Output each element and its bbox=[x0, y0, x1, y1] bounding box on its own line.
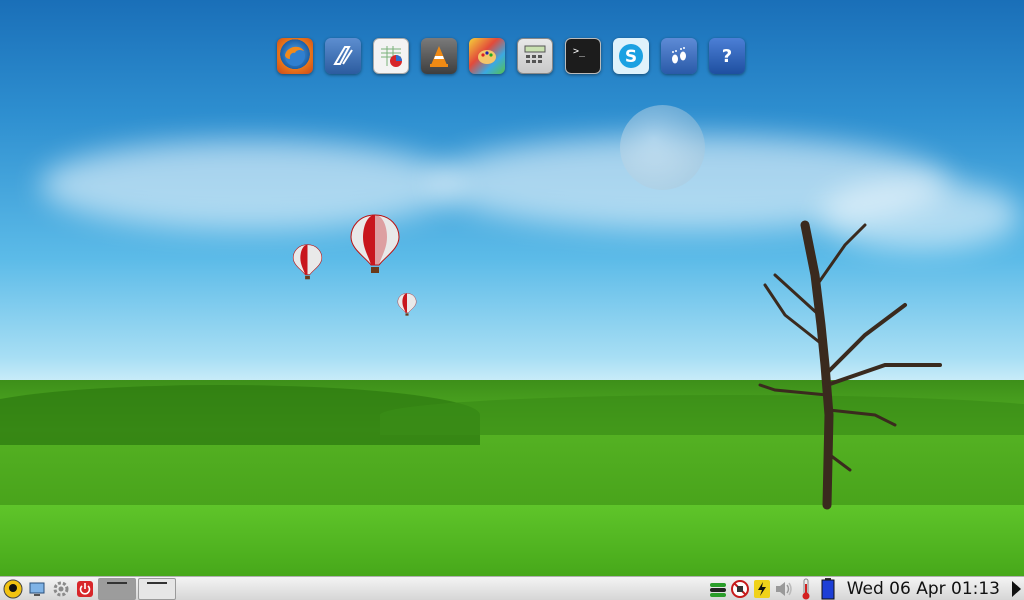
system-tray: Wed 06 Apr 01:13 bbox=[707, 577, 1024, 600]
footprints-icon[interactable] bbox=[661, 38, 697, 74]
task-window-button[interactable] bbox=[98, 577, 136, 600]
hot-air-balloon bbox=[397, 293, 417, 316]
battery-charging-icon[interactable] bbox=[751, 578, 773, 600]
hot-air-balloon bbox=[292, 244, 323, 280]
volume-icon[interactable] bbox=[773, 578, 795, 600]
svg-text:S: S bbox=[625, 47, 637, 67]
foreground-grass bbox=[0, 505, 1024, 576]
task-window-button[interactable] bbox=[138, 577, 176, 600]
taskbar: Wed 06 Apr 01:13 bbox=[0, 576, 1024, 600]
show-desktop-icon[interactable] bbox=[26, 578, 48, 600]
hot-air-balloon bbox=[350, 214, 400, 273]
power-icon[interactable] bbox=[74, 578, 96, 600]
clock[interactable]: Wed 06 Apr 01:13 bbox=[839, 578, 1008, 600]
thermometer-icon[interactable] bbox=[795, 578, 817, 600]
vlc-icon[interactable] bbox=[421, 38, 457, 74]
moon bbox=[620, 105, 705, 190]
network-icon[interactable] bbox=[707, 578, 729, 600]
battery-level-icon[interactable] bbox=[817, 578, 839, 600]
panel-expand-arrow-icon[interactable] bbox=[1012, 581, 1021, 597]
app-launcher-dock: >_ S ? bbox=[277, 38, 745, 74]
no-connection-icon[interactable] bbox=[729, 578, 751, 600]
terminal-icon[interactable]: >_ bbox=[565, 38, 601, 74]
gear-icon[interactable] bbox=[50, 578, 72, 600]
start-menu-icon[interactable] bbox=[2, 578, 24, 600]
bare-tree bbox=[758, 220, 942, 510]
paint-icon[interactable] bbox=[469, 38, 505, 74]
spreadsheet-icon[interactable] bbox=[373, 38, 409, 74]
drawing-icon[interactable] bbox=[325, 38, 361, 74]
skype-icon[interactable]: S bbox=[613, 38, 649, 74]
help-icon[interactable]: ? bbox=[709, 38, 745, 74]
calculator-icon[interactable] bbox=[517, 38, 553, 74]
desktop-wallpaper bbox=[0, 0, 1024, 576]
firefox-icon[interactable] bbox=[277, 38, 313, 74]
